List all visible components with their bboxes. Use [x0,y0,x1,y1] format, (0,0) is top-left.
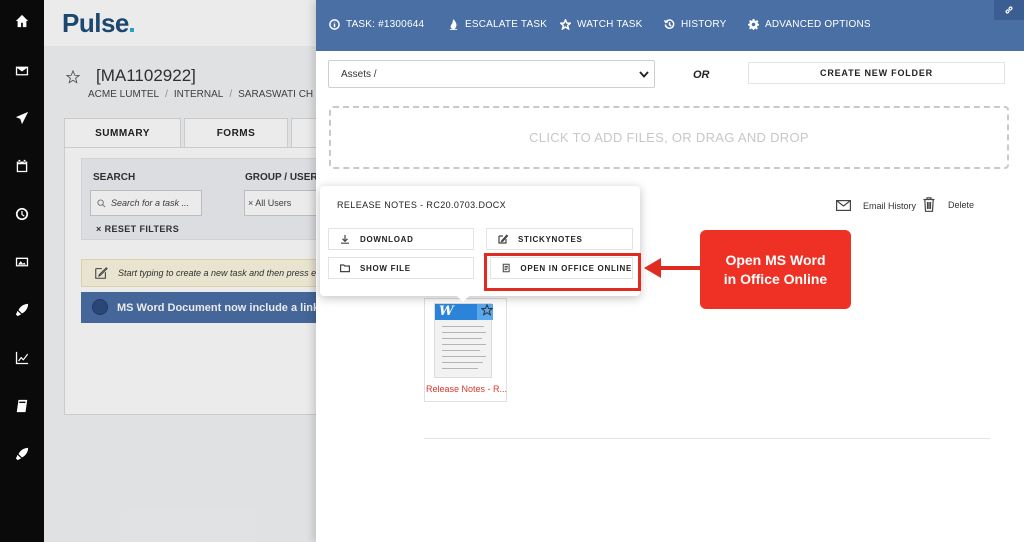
info-icon [329,19,340,30]
left-nav [0,0,44,542]
email-history-label: Email History [863,200,917,211]
book-icon[interactable] [0,391,44,421]
annotation-arrowhead [644,258,661,278]
copy-link-button[interactable] [994,0,1024,20]
email-history-button[interactable]: Email History [836,200,916,211]
word-icon: W [435,304,477,320]
dim-overlay [44,0,316,542]
delete-button[interactable]: Delete [923,197,974,212]
download-icon [341,235,349,244]
task-id-button[interactable]: TASK: #1300644 [329,19,424,30]
or-label: OR [693,69,710,81]
star-icon [560,19,571,30]
envelope-icon [836,200,851,211]
divider [424,438,990,439]
note-edit-icon [498,234,508,244]
favorite-star-icon[interactable] [481,304,493,316]
send-icon[interactable] [0,103,44,133]
delete-label: Delete [948,199,975,210]
watch-task-button[interactable]: WATCH TASK [560,19,643,30]
launch-icon[interactable] [0,439,44,469]
folder-select-value: Assets / [341,68,377,80]
annotation-callout: Open MS Word in Office Online [700,230,851,309]
clock-icon[interactable] [0,199,44,229]
calendar-icon[interactable] [0,151,44,181]
home-icon[interactable] [0,6,44,36]
highlight-box [484,253,641,291]
stickynotes-button[interactable]: STICKYNOTES [486,228,633,250]
advanced-options-button[interactable]: ADVANCED OPTIONS [748,19,871,30]
show-file-button[interactable]: SHOW FILE [328,257,474,279]
callout-line-1: Open MS Word [725,251,826,268]
rocket-icon[interactable] [0,295,44,325]
flame-icon [449,19,458,30]
file-name[interactable]: Release Notes - R... [425,384,508,394]
file-card[interactable]: W Release Notes - R... [424,298,507,402]
trash-icon [923,197,935,212]
panel-header: TASK: #1300644 ESCALATE TASK WATCH TASK … [316,0,1024,51]
callout-line-2: in Office Online [723,270,828,287]
file-dropzone[interactable]: CLICK TO ADD FILES, OR DRAG AND DROP [329,106,1009,169]
mail-icon[interactable] [0,56,44,86]
folder-icon [340,264,350,273]
chevron-down-icon [639,71,649,78]
popup-pointer [455,294,471,302]
gear-icon [748,19,759,30]
folder-select[interactable]: Assets / [328,60,655,88]
chart-icon[interactable] [0,343,44,373]
link-icon [1005,6,1013,14]
create-new-folder-button[interactable]: CREATE NEW FOLDER [748,62,1005,84]
history-button[interactable]: HISTORY [664,19,727,30]
popup-title: RELEASE NOTES - RC20.0703.DOCX [337,200,507,210]
download-button[interactable]: DOWNLOAD [328,228,474,250]
image-icon[interactable] [0,247,44,277]
escalate-task-button[interactable]: ESCALATE TASK [448,19,547,30]
annotation-arrow [660,266,700,270]
history-icon [664,19,675,29]
